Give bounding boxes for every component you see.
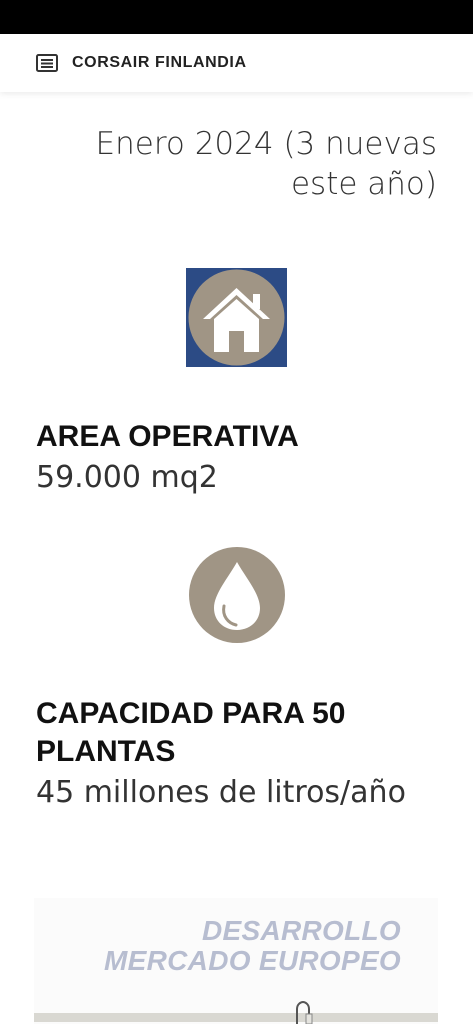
menu-list-icon[interactable] [36,53,58,73]
status-bar [0,0,473,34]
stat-title-capacity: CAPACIDAD PARA 50 PLANTAS [36,697,346,768]
promo-heading-line-1: DESARROLLO [202,915,401,946]
site-title[interactable]: CORSAIR FINLANDIA [72,54,247,72]
promo-heading: DESARROLLO MERCADO EUROPEO [41,916,401,976]
water-drop-icon [188,546,286,644]
hook-icon [292,1000,314,1024]
promo-heading-line-2: MERCADO EUROPEO [104,945,401,976]
promo-banner[interactable]: DESARROLLO MERCADO EUROPEO [34,898,438,1024]
stat-value-capacity: 45 millones de litros/año [36,775,406,810]
date-caption: Enero 2024 (3 nuevas este año) [95,126,437,202]
app-header: CORSAIR FINLANDIA [0,34,473,92]
promo-divider [34,1013,438,1022]
house-icon [186,268,287,367]
stat-value-area: 59.000 mq2 [36,460,218,495]
stat-title-area: AREA OPERATIVA [36,420,299,453]
